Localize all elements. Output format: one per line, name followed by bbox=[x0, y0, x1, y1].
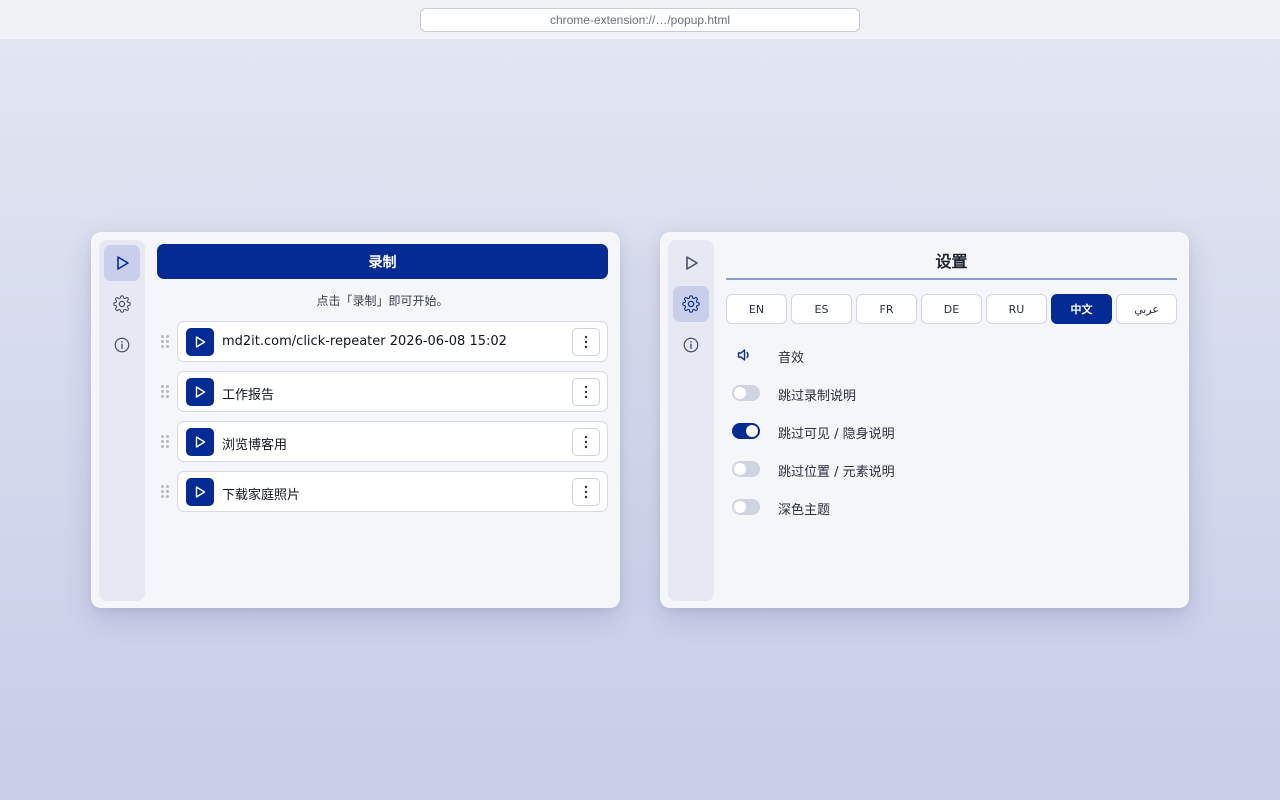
title-divider bbox=[726, 278, 1177, 280]
play-icon bbox=[195, 436, 206, 448]
recording-name: 浏览博客用 bbox=[222, 438, 288, 453]
recording-menu-button[interactable] bbox=[572, 328, 600, 356]
toggle-switch[interactable] bbox=[732, 385, 760, 401]
recording-row: md2it.com/click-repeater 2026-06-08 15:0… bbox=[157, 321, 608, 362]
play-recording-button[interactable] bbox=[186, 378, 214, 406]
setting-label: 音效 bbox=[778, 351, 805, 366]
setting-skip-visibility-help: 跳过可见 / 隐身说明 bbox=[732, 421, 1172, 442]
gear-icon bbox=[113, 295, 131, 313]
setting-dark-theme: 深色主题 bbox=[732, 497, 1172, 518]
play-icon bbox=[195, 486, 206, 498]
setting-label: 跳过可见 / 隐身说明 bbox=[778, 427, 895, 442]
nav-settings-button[interactable] bbox=[104, 286, 140, 322]
browser-toolbar: chrome-extension://…/popup.html bbox=[0, 0, 1280, 40]
recording-item: 下载家庭照片 bbox=[177, 471, 608, 512]
language-option-ru[interactable]: RU bbox=[986, 294, 1047, 324]
gear-icon bbox=[682, 295, 700, 313]
nav-record-button[interactable] bbox=[104, 245, 140, 281]
play-icon bbox=[195, 386, 206, 398]
nav-settings-button[interactable] bbox=[673, 286, 709, 322]
setting-label: 深色主题 bbox=[778, 503, 831, 518]
drag-handle-icon[interactable] bbox=[161, 335, 169, 349]
play-recording-button[interactable] bbox=[186, 328, 214, 356]
toggle-knob bbox=[746, 425, 758, 437]
recording-row: 浏览博客用 bbox=[157, 421, 608, 462]
nav-info-button[interactable] bbox=[104, 327, 140, 363]
recording-menu-button[interactable] bbox=[572, 378, 600, 406]
info-icon bbox=[114, 337, 130, 353]
toggle-switch[interactable] bbox=[732, 499, 760, 515]
language-option-zh[interactable]: 中文 bbox=[1051, 294, 1112, 324]
nav-rail bbox=[99, 240, 145, 601]
play-recording-button[interactable] bbox=[186, 478, 214, 506]
recording-name: 下载家庭照片 bbox=[222, 488, 301, 503]
setting-label: 跳过录制说明 bbox=[778, 389, 857, 404]
toggle-knob bbox=[734, 387, 746, 399]
nav-record-button[interactable] bbox=[673, 245, 709, 281]
record-button[interactable]: 录制 bbox=[157, 244, 608, 279]
more-vertical-icon bbox=[584, 335, 588, 349]
address-bar[interactable]: chrome-extension://…/popup.html bbox=[420, 8, 860, 32]
more-vertical-icon bbox=[584, 435, 588, 449]
recording-row: 工作报告 bbox=[157, 371, 608, 412]
recording-menu-button[interactable] bbox=[572, 478, 600, 506]
setting-label: 跳过位置 / 元素说明 bbox=[778, 465, 895, 480]
recording-item: md2it.com/click-repeater 2026-06-08 15:0… bbox=[177, 321, 608, 362]
start-hint: 点击「录制」即可开始。 bbox=[316, 294, 449, 308]
recording-row: 下载家庭照片 bbox=[157, 471, 608, 512]
settings-title: 设置 bbox=[935, 252, 968, 271]
language-option-de[interactable]: DE bbox=[921, 294, 982, 324]
play-recording-button[interactable] bbox=[186, 428, 214, 456]
language-option-ar[interactable]: عربي bbox=[1116, 294, 1177, 324]
nav-rail bbox=[668, 240, 714, 601]
setting-sound: 音效 bbox=[732, 345, 1172, 366]
setting-skip-record-help: 跳过录制说明 bbox=[732, 383, 1172, 404]
play-icon bbox=[686, 256, 698, 270]
language-option-en[interactable]: EN bbox=[726, 294, 787, 324]
nav-info-button[interactable] bbox=[673, 327, 709, 363]
popup-recordings-panel: 录制 点击「录制」即可开始。 md2it.com/click-repeater … bbox=[91, 232, 620, 608]
recording-menu-button[interactable] bbox=[572, 428, 600, 456]
setting-skip-position-help: 跳过位置 / 元素说明 bbox=[732, 459, 1172, 480]
toggle-knob bbox=[734, 501, 746, 513]
language-option-fr[interactable]: FR bbox=[856, 294, 917, 324]
toggle-knob bbox=[734, 463, 746, 475]
recording-name: md2it.com/click-repeater 2026-06-08 15:0… bbox=[222, 334, 507, 349]
language-selector: EN ES FR DE RU 中文 عربي bbox=[726, 294, 1177, 324]
popup-settings-panel: 设置 EN ES FR DE RU 中文 عربي 音效 跳过录制说明 跳过可见… bbox=[660, 232, 1189, 608]
drag-handle-icon[interactable] bbox=[161, 485, 169, 499]
drag-handle-icon[interactable] bbox=[161, 385, 169, 399]
play-icon bbox=[117, 256, 129, 270]
info-icon bbox=[683, 337, 699, 353]
play-icon bbox=[195, 336, 206, 348]
more-vertical-icon bbox=[584, 485, 588, 499]
toggle-switch[interactable] bbox=[732, 461, 760, 477]
recording-item: 浏览博客用 bbox=[177, 421, 608, 462]
more-vertical-icon bbox=[584, 385, 588, 399]
recording-item: 工作报告 bbox=[177, 371, 608, 412]
drag-handle-icon[interactable] bbox=[161, 435, 169, 449]
toggle-switch[interactable] bbox=[732, 423, 760, 439]
speaker-icon[interactable] bbox=[736, 347, 752, 363]
recording-name: 工作报告 bbox=[222, 388, 275, 403]
language-option-es[interactable]: ES bbox=[791, 294, 852, 324]
